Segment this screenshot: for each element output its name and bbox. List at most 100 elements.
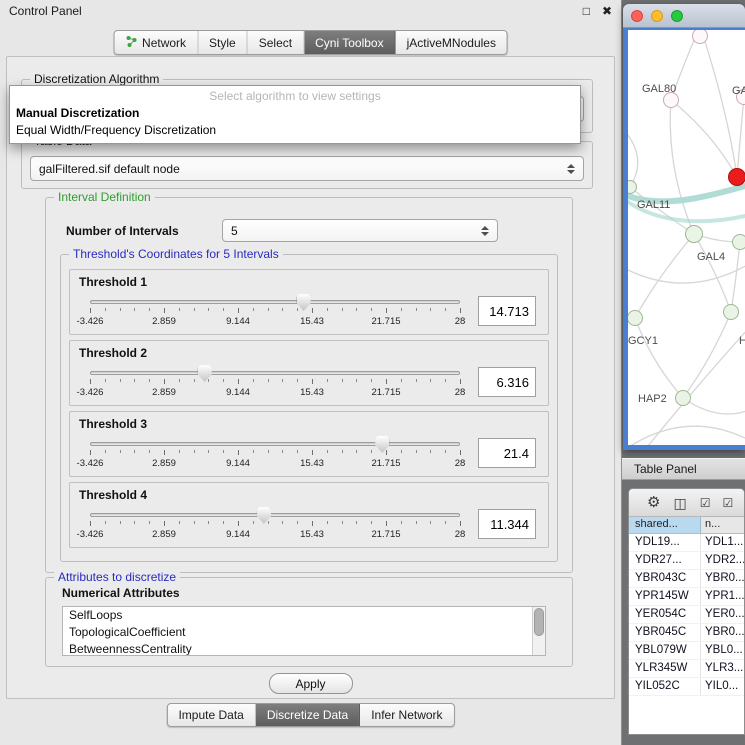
bottom-tab-bar: Impute Data Discretize Data Infer Network bbox=[166, 703, 454, 727]
cell-shared-name: YBL079W bbox=[629, 642, 701, 659]
algorithm-option-equal-width-frequency-discretization[interactable]: Equal Width/Frequency Discretization bbox=[10, 122, 580, 139]
network-node[interactable] bbox=[728, 168, 745, 186]
tick-mark bbox=[342, 379, 343, 382]
network-node-h[interactable] bbox=[723, 304, 739, 320]
scale-label: 21.715 bbox=[371, 529, 400, 540]
slider-ticks bbox=[90, 521, 460, 527]
tab-impute-data[interactable]: Impute Data bbox=[167, 704, 255, 726]
tick-mark bbox=[356, 450, 357, 453]
table-row[interactable]: YPR145WYPR1... bbox=[629, 588, 744, 606]
list-item-selfloops[interactable]: SelfLoops bbox=[63, 607, 545, 624]
tick-mark bbox=[238, 308, 239, 313]
threshold-slider: -3.4262.8599.14415.4321.71528 bbox=[90, 365, 460, 403]
right-dock-area: GAL80GAGAL11GAL4GCY1HHAP2 Table Panel ⚙ … bbox=[622, 0, 745, 745]
tick-mark bbox=[208, 308, 209, 311]
apply-button[interactable]: Apply bbox=[268, 673, 352, 694]
threshold-label: Threshold 2 bbox=[79, 346, 147, 360]
threshold-value-field[interactable]: 21.4 bbox=[478, 438, 536, 468]
tab-style[interactable]: Style bbox=[198, 31, 248, 54]
columns-icon[interactable]: ◫ bbox=[673, 496, 686, 510]
slider-track[interactable] bbox=[90, 300, 460, 304]
attributes-scrollbar[interactable] bbox=[532, 607, 545, 655]
tick-mark bbox=[297, 450, 298, 453]
tick-mark bbox=[327, 308, 328, 311]
threshold-value-field[interactable]: 6.316 bbox=[478, 367, 536, 397]
threshold-value-field[interactable]: 11.344 bbox=[478, 509, 536, 539]
tab-jactivemnodules[interactable]: jActiveMNodules bbox=[396, 31, 507, 54]
tick-mark bbox=[105, 521, 106, 524]
network-node-hap2[interactable] bbox=[675, 390, 691, 406]
cell-name: YBR0... bbox=[701, 570, 744, 587]
number-of-intervals-combo[interactable]: 5 bbox=[222, 219, 498, 242]
tab-cyni-toolbox[interactable]: Cyni Toolbox bbox=[304, 31, 395, 54]
gear-icon[interactable]: ⚙ bbox=[647, 495, 660, 510]
close-window-icon[interactable]: ✖ bbox=[602, 4, 612, 18]
list-item-betweennesscentrality[interactable]: BetweennessCentrality bbox=[63, 641, 545, 656]
table-row[interactable]: YDL19...YDL1... bbox=[629, 534, 744, 552]
cell-name: YLR3... bbox=[701, 660, 744, 677]
scale-label: 15.43 bbox=[300, 387, 324, 398]
tab-label: Style bbox=[209, 36, 236, 50]
control-panel-window: Control Panel □ ✖ NetworkStyleSelectCyni… bbox=[0, 0, 622, 745]
tick-mark bbox=[223, 379, 224, 382]
interval-definition-label: Interval Definition bbox=[54, 190, 155, 204]
tab-label: Select bbox=[259, 36, 292, 50]
network-node-gal4[interactable] bbox=[685, 225, 703, 243]
tick-mark bbox=[282, 308, 283, 311]
threshold-value-field[interactable]: 14.713 bbox=[478, 296, 536, 326]
network-view-window: GAL80GAGAL11GAL4GCY1HHAP2 bbox=[623, 4, 745, 450]
zoom-traffic-light-icon[interactable] bbox=[671, 10, 683, 22]
table-row[interactable]: YBL079WYBL0... bbox=[629, 642, 744, 660]
tab-infer-network[interactable]: Infer Network bbox=[360, 704, 453, 726]
scrollbar-thumb[interactable] bbox=[534, 608, 544, 636]
minimize-traffic-light-icon[interactable] bbox=[651, 10, 663, 22]
threshold-panel-threshold-4: Threshold 4-3.4262.8599.14415.4321.71528… bbox=[69, 482, 549, 548]
tick-mark bbox=[386, 450, 387, 455]
tab-label: Discretize Data bbox=[267, 708, 348, 722]
table-row[interactable]: YLR345WYLR3... bbox=[629, 660, 744, 678]
tick-mark bbox=[134, 379, 135, 382]
table-row[interactable]: YER054CYER0... bbox=[629, 606, 744, 624]
tick-mark bbox=[356, 521, 357, 524]
tab-label: Cyni Toolbox bbox=[315, 36, 383, 50]
thresholds-group: Threshold's Coordinates for 5 Intervals … bbox=[60, 254, 558, 562]
tab-discretize-data[interactable]: Discretize Data bbox=[256, 704, 360, 726]
slider-track[interactable] bbox=[90, 442, 460, 446]
table-row[interactable]: YBR043CYBR0... bbox=[629, 570, 744, 588]
table-row[interactable]: YIL052CYIL0... bbox=[629, 678, 744, 696]
tick-mark bbox=[90, 308, 91, 313]
slider-track[interactable] bbox=[90, 371, 460, 375]
tick-mark bbox=[134, 450, 135, 453]
tick-mark bbox=[401, 308, 402, 311]
tab-network[interactable]: Network bbox=[114, 31, 198, 54]
table-panel-title: Table Panel bbox=[634, 462, 697, 476]
network-node[interactable] bbox=[732, 234, 745, 250]
close-traffic-light-icon[interactable] bbox=[631, 10, 643, 22]
list-item-topologicalcoefficient[interactable]: TopologicalCoefficient bbox=[63, 624, 545, 641]
slider-track[interactable] bbox=[90, 513, 460, 517]
interval-definition-group: Interval Definition Number of Intervals … bbox=[45, 197, 573, 573]
column-header-name[interactable]: n... bbox=[701, 517, 744, 533]
numerical-attributes-list[interactable]: SelfLoopsTopologicalCoefficientBetweenne… bbox=[62, 606, 546, 656]
tab-select[interactable]: Select bbox=[248, 31, 304, 54]
tick-mark bbox=[194, 450, 195, 453]
cell-name: YBR0... bbox=[701, 624, 744, 641]
tick-mark bbox=[445, 521, 446, 524]
node-label: GAL4 bbox=[697, 251, 725, 263]
tick-mark bbox=[416, 521, 417, 524]
network-canvas[interactable]: GAL80GAGAL11GAL4GCY1HHAP2 bbox=[628, 30, 745, 445]
threshold-panel-threshold-3: Threshold 3-3.4262.8599.14415.4321.71528… bbox=[69, 411, 549, 477]
float-window-icon[interactable]: □ bbox=[583, 4, 590, 18]
select-columns-icon[interactable]: ☑ bbox=[722, 497, 732, 509]
tick-mark bbox=[120, 308, 121, 311]
algorithm-option-manual-discretization[interactable]: Manual Discretization bbox=[10, 105, 580, 122]
select-all-columns-icon[interactable]: ☑ bbox=[700, 497, 710, 509]
tick-mark bbox=[371, 450, 372, 453]
column-header-shared-name[interactable]: shared... bbox=[629, 517, 701, 533]
combo-stepper-icon bbox=[481, 226, 489, 236]
threshold-label: Threshold 3 bbox=[79, 417, 147, 431]
tick-mark bbox=[312, 379, 313, 384]
table-row[interactable]: YDR27...YDR2... bbox=[629, 552, 744, 570]
table-data-combo[interactable]: galFiltered.sif default node bbox=[30, 156, 584, 181]
table-row[interactable]: YBR045CYBR0... bbox=[629, 624, 744, 642]
